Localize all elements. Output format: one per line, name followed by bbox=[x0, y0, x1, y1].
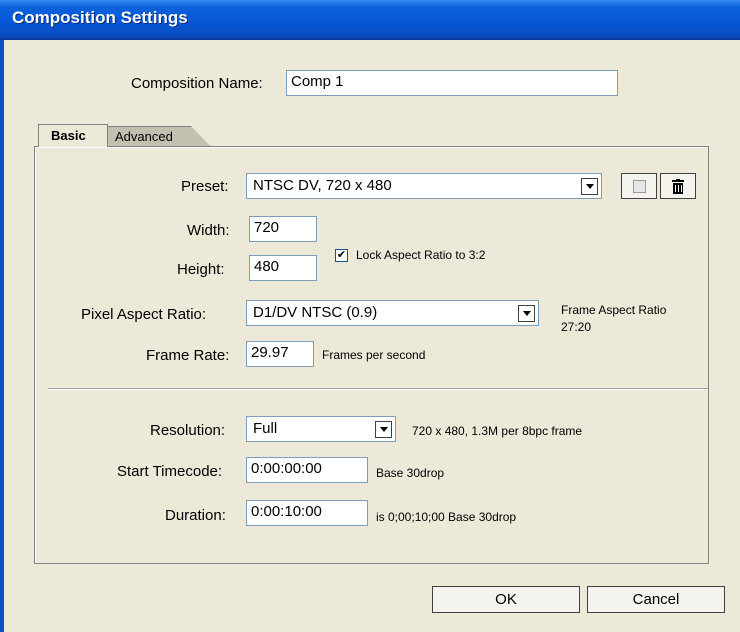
trash-icon bbox=[672, 178, 684, 194]
save-preset-button[interactable] bbox=[621, 173, 657, 199]
duration-info: is 0;00;10;00 Base 30drop bbox=[376, 510, 517, 524]
preset-value: NTSC DV, 720 x 480 bbox=[253, 177, 392, 194]
duration-input[interactable]: 0:00:10:00 bbox=[246, 500, 368, 526]
resolution-dropdown[interactable]: Full bbox=[246, 416, 396, 442]
start-timecode-input[interactable]: 0:00:00:00 bbox=[246, 457, 368, 483]
pixel-aspect-label: Pixel Aspect Ratio: bbox=[81, 306, 207, 323]
ok-button[interactable]: OK bbox=[432, 586, 580, 613]
preset-label: Preset: bbox=[181, 178, 229, 195]
height-input[interactable]: 480 bbox=[249, 255, 317, 281]
lock-aspect-label: Lock Aspect Ratio to 3:2 bbox=[356, 248, 486, 262]
tab-advanced[interactable]: Advanced bbox=[104, 126, 210, 146]
width-input[interactable]: 720 bbox=[249, 216, 317, 242]
resolution-info: 720 x 480, 1.3M per 8bpc frame bbox=[412, 424, 583, 438]
frame-aspect-value: 27:20 bbox=[561, 320, 592, 334]
chevron-down-icon bbox=[581, 178, 598, 195]
duration-label: Duration: bbox=[165, 507, 226, 524]
preset-dropdown[interactable]: NTSC DV, 720 x 480 bbox=[246, 173, 602, 199]
resolution-label: Resolution: bbox=[150, 422, 226, 439]
frame-rate-label: Frame Rate: bbox=[146, 347, 230, 364]
height-label: Height: bbox=[177, 261, 225, 278]
save-preset-icon bbox=[632, 179, 646, 193]
chevron-down-icon bbox=[375, 421, 392, 438]
frame-rate-input[interactable]: 29.97 bbox=[246, 341, 314, 367]
start-timecode-base: Base 30drop bbox=[376, 466, 445, 480]
resolution-value: Full bbox=[253, 420, 278, 437]
comp-name-label: Composition Name: bbox=[131, 75, 263, 92]
section-divider bbox=[48, 388, 708, 390]
comp-name-input[interactable]: Comp 1 bbox=[286, 70, 618, 96]
cancel-button[interactable]: Cancel bbox=[587, 586, 725, 613]
pixel-aspect-value: D1/DV NTSC (0.9) bbox=[253, 304, 378, 321]
tab-basic[interactable]: Basic bbox=[38, 124, 108, 147]
checkmark-icon: ✔ bbox=[336, 249, 347, 261]
delete-preset-button[interactable] bbox=[660, 173, 696, 199]
chevron-down-icon bbox=[518, 305, 535, 322]
window-title: Composition Settings bbox=[12, 8, 188, 27]
pixel-aspect-dropdown[interactable]: D1/DV NTSC (0.9) bbox=[246, 300, 539, 326]
frame-aspect-label: Frame Aspect Ratio bbox=[561, 303, 667, 317]
title-bar: Composition Settings bbox=[0, 0, 740, 40]
width-label: Width: bbox=[187, 222, 230, 239]
lock-aspect-checkbox[interactable]: ✔ bbox=[335, 249, 348, 262]
window-frame bbox=[0, 40, 4, 632]
start-timecode-label: Start Timecode: bbox=[117, 463, 223, 480]
frame-rate-unit: Frames per second bbox=[322, 348, 426, 362]
